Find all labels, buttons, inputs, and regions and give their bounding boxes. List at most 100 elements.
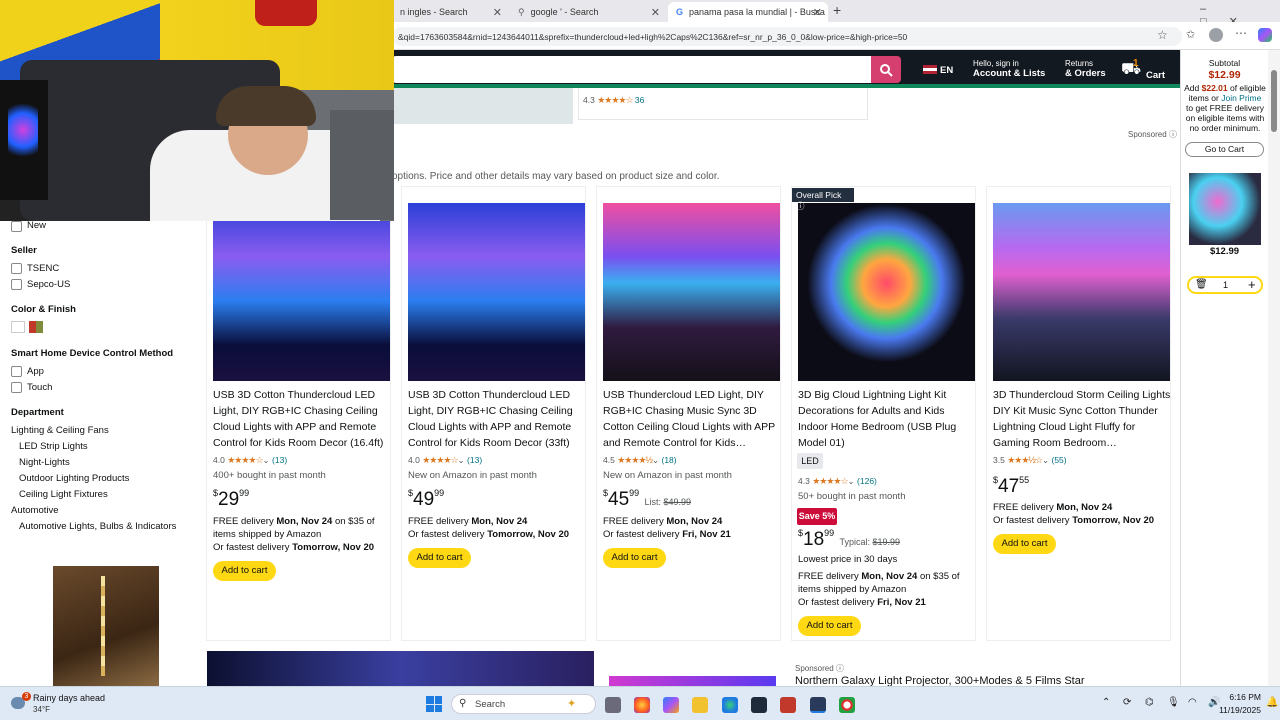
close-icon[interactable]: ✕ — [813, 6, 822, 19]
go-to-cart-button[interactable]: Go to Cart — [1185, 142, 1264, 157]
star-rating-icon: ★★★★½ — [617, 455, 653, 465]
product-title[interactable]: USB Thundercloud LED Light, DIY RGB+IC C… — [603, 387, 781, 451]
chevron-down-icon: ⌄ — [847, 476, 855, 486]
rating-count[interactable]: (55) — [1051, 455, 1066, 465]
product-title[interactable]: 3D Thundercloud Storm Ceiling Lights DIY… — [993, 387, 1171, 451]
mic-icon[interactable]: 🎙 — [1167, 697, 1180, 708]
product-image[interactable] — [603, 203, 780, 381]
color-swatch-white[interactable] — [11, 321, 25, 333]
close-icon[interactable]: ✕ — [651, 6, 660, 19]
tab-panama[interactable]: Gpanama pasa la mundial | - Busca ✕ — [668, 2, 828, 22]
search-button[interactable] — [871, 56, 901, 83]
language-selector[interactable]: EN — [940, 65, 953, 76]
clock-time[interactable]: 6:16 PM — [1225, 692, 1261, 702]
edge-icon[interactable] — [722, 697, 738, 713]
product-image[interactable] — [609, 676, 776, 686]
product-card[interactable]: 3D Big Cloud Lightning Light Kit Decorat… — [791, 186, 976, 641]
product-title[interactable]: USB 3D Cotton Thundercloud LED Light, DI… — [213, 387, 391, 451]
info-icon: ⓘ — [796, 201, 805, 211]
seller-checkbox[interactable] — [11, 279, 22, 290]
dept-automotive[interactable]: Automotive — [11, 505, 59, 516]
join-prime-link[interactable]: Join Prime — [1221, 93, 1261, 103]
rating-count[interactable]: (13) — [467, 455, 482, 465]
seller-checkbox[interactable] — [11, 263, 22, 274]
product-price: $2999 — [213, 488, 250, 510]
trash-icon[interactable]: 🗑 — [1195, 279, 1208, 290]
dept-night-lights[interactable]: Night-Lights — [19, 457, 70, 468]
add-to-cart-button[interactable]: Add to cart — [993, 534, 1056, 554]
product-image[interactable] — [798, 203, 975, 381]
control-app[interactable]: App — [27, 366, 44, 377]
filter-new[interactable]: New — [27, 220, 46, 231]
copilot-icon[interactable] — [1258, 28, 1272, 42]
plus-icon[interactable]: + — [1248, 277, 1256, 292]
file-explorer-icon[interactable] — [692, 697, 708, 713]
copilot-app-icon[interactable] — [663, 697, 679, 713]
search-icon: ⚲ — [518, 7, 525, 17]
clock-date[interactable]: 11/19/2025 — [1217, 705, 1261, 715]
store-icon[interactable] — [751, 697, 767, 713]
network-icon[interactable]: ⌬ — [1145, 697, 1154, 708]
rating-count[interactable]: (126) — [857, 476, 877, 486]
sync-icon[interactable]: ⟳ — [1123, 697, 1131, 708]
tab-google-search[interactable]: ⚲ google ' - Search ✕ — [510, 2, 666, 22]
rating-count[interactable]: (18) — [661, 455, 676, 465]
chrome-icon[interactable] — [839, 697, 855, 713]
windows-start-icon[interactable] — [426, 696, 442, 712]
product-title[interactable]: 3D Big Cloud Lightning Light Kit Decorat… — [798, 387, 976, 451]
control-touch[interactable]: Touch — [27, 382, 52, 393]
vscode-icon[interactable] — [810, 697, 826, 713]
scrollbar[interactable] — [1268, 50, 1280, 686]
wifi-icon[interactable]: ◠ — [1188, 697, 1197, 708]
search-input[interactable] — [392, 56, 871, 83]
product-card[interactable]: 3D Thundercloud Storm Ceiling Lights DIY… — [986, 186, 1171, 641]
star-icon[interactable]: ☆ — [1157, 28, 1168, 42]
product-image[interactable] — [213, 203, 390, 381]
control-checkbox[interactable] — [11, 366, 22, 377]
rating-count[interactable]: (13) — [272, 455, 287, 465]
dept-lighting[interactable]: Lighting & Ceiling Fans — [11, 425, 109, 436]
cart-item-image[interactable] — [1189, 173, 1261, 245]
seller-tsenc[interactable]: TSENC — [27, 263, 59, 274]
dept-led-strip[interactable]: LED Strip Lights — [19, 441, 88, 452]
product-image[interactable] — [408, 203, 585, 381]
profile-icon[interactable] — [1209, 28, 1223, 42]
product-card[interactable]: USB Thundercloud LED Light, DIY RGB+IC C… — [596, 186, 781, 641]
app-icon[interactable] — [780, 697, 796, 713]
close-icon[interactable]: ✕ — [493, 6, 502, 19]
add-to-cart-button[interactable]: Add to cart — [798, 616, 861, 636]
color-swatch-multi[interactable] — [29, 321, 43, 333]
account-menu[interactable]: Hello, sign in Account & Lists — [973, 59, 1045, 79]
new-checkbox[interactable] — [11, 221, 22, 232]
add-to-cart-button[interactable]: Add to cart — [408, 548, 471, 568]
sidebar-ad-image[interactable] — [53, 566, 159, 686]
url-field[interactable]: &qid=1763603584&rnid=1243644011&sprefix=… — [392, 27, 1182, 46]
dept-outdoor[interactable]: Outdoor Lighting Products — [19, 473, 129, 484]
quantity-stepper[interactable]: 🗑 1 + — [1187, 276, 1263, 294]
tab-search-ingles[interactable]: n ingles - Search ✕ — [392, 2, 508, 22]
favorites-icon[interactable]: ✩ — [1186, 28, 1195, 41]
seller-sepco[interactable]: Sepco-US — [27, 279, 70, 290]
notification-bell-icon[interactable]: 🔔 — [1266, 697, 1278, 708]
product-image[interactable] — [993, 203, 1170, 381]
scroll-thumb[interactable] — [1271, 70, 1277, 132]
chevron-up-icon[interactable]: ⌃ — [1102, 697, 1110, 708]
control-checkbox[interactable] — [11, 382, 22, 393]
product-title[interactable]: USB 3D Cotton Thundercloud LED Light, DI… — [408, 387, 586, 451]
dept-automotive-lights[interactable]: Automotive Lights, Bulbs & Indicators — [19, 521, 176, 532]
dept-ceiling-fixtures[interactable]: Ceiling Light Fixtures — [19, 489, 108, 500]
product-card[interactable]: USB 3D Cotton Thundercloud LED Light, DI… — [206, 186, 391, 641]
task-view-icon[interactable] — [605, 697, 621, 713]
more-icon[interactable]: ⋯ — [1235, 26, 1247, 40]
rating-count[interactable]: 36 — [635, 95, 644, 105]
delivery-info: FREE delivery Mon, Nov 24 on $35 of item… — [213, 516, 375, 553]
add-to-cart-button[interactable]: Add to cart — [213, 561, 276, 581]
taskbar-search[interactable]: ⚲ Search ✦ — [451, 694, 596, 714]
add-to-cart-button[interactable]: Add to cart — [603, 548, 666, 568]
product-card[interactable]: USB 3D Cotton Thundercloud LED Light, DI… — [401, 186, 586, 641]
video-ad[interactable] — [207, 651, 594, 686]
firefox-icon[interactable] — [634, 697, 650, 713]
returns-orders[interactable]: Returns & Orders — [1065, 59, 1106, 79]
weather-title[interactable]: Rainy days ahead — [33, 693, 105, 703]
new-tab-icon[interactable]: + — [833, 2, 841, 18]
